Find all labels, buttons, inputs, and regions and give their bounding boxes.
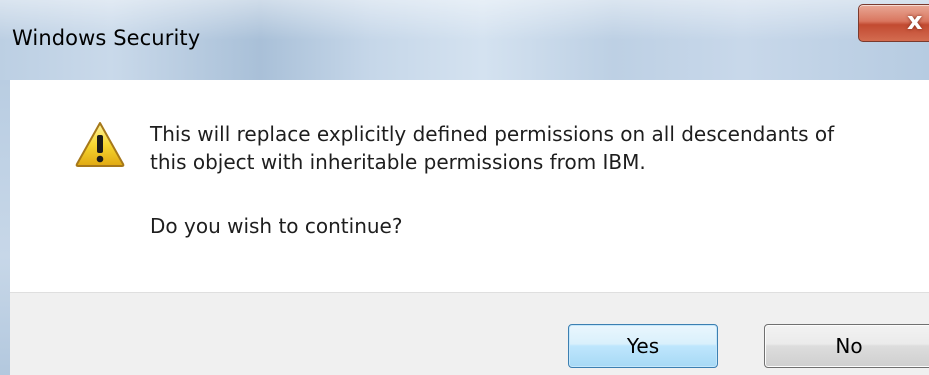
dialog-question: Do you wish to continue?	[150, 214, 403, 238]
close-button[interactable]: x	[858, 4, 929, 42]
window-frame-left	[0, 80, 10, 375]
button-bar: Yes No	[10, 292, 929, 375]
yes-button[interactable]: Yes	[568, 324, 718, 368]
no-button[interactable]: No	[764, 324, 929, 368]
message-line: This will replace explicitly defined per…	[150, 122, 835, 146]
dialog-message: This will replace explicitly defined per…	[150, 120, 910, 176]
window-title: Windows Security	[12, 26, 201, 50]
title-bar[interactable]: Windows Security x	[0, 0, 929, 80]
dialog-window: Windows Security x This will replace exp…	[0, 0, 929, 375]
dialog-content: This will replace explicitly defined per…	[10, 80, 929, 292]
close-icon: x	[907, 7, 923, 35]
warning-icon	[75, 122, 125, 167]
message-line: this object with inheritable permissions…	[150, 150, 646, 174]
